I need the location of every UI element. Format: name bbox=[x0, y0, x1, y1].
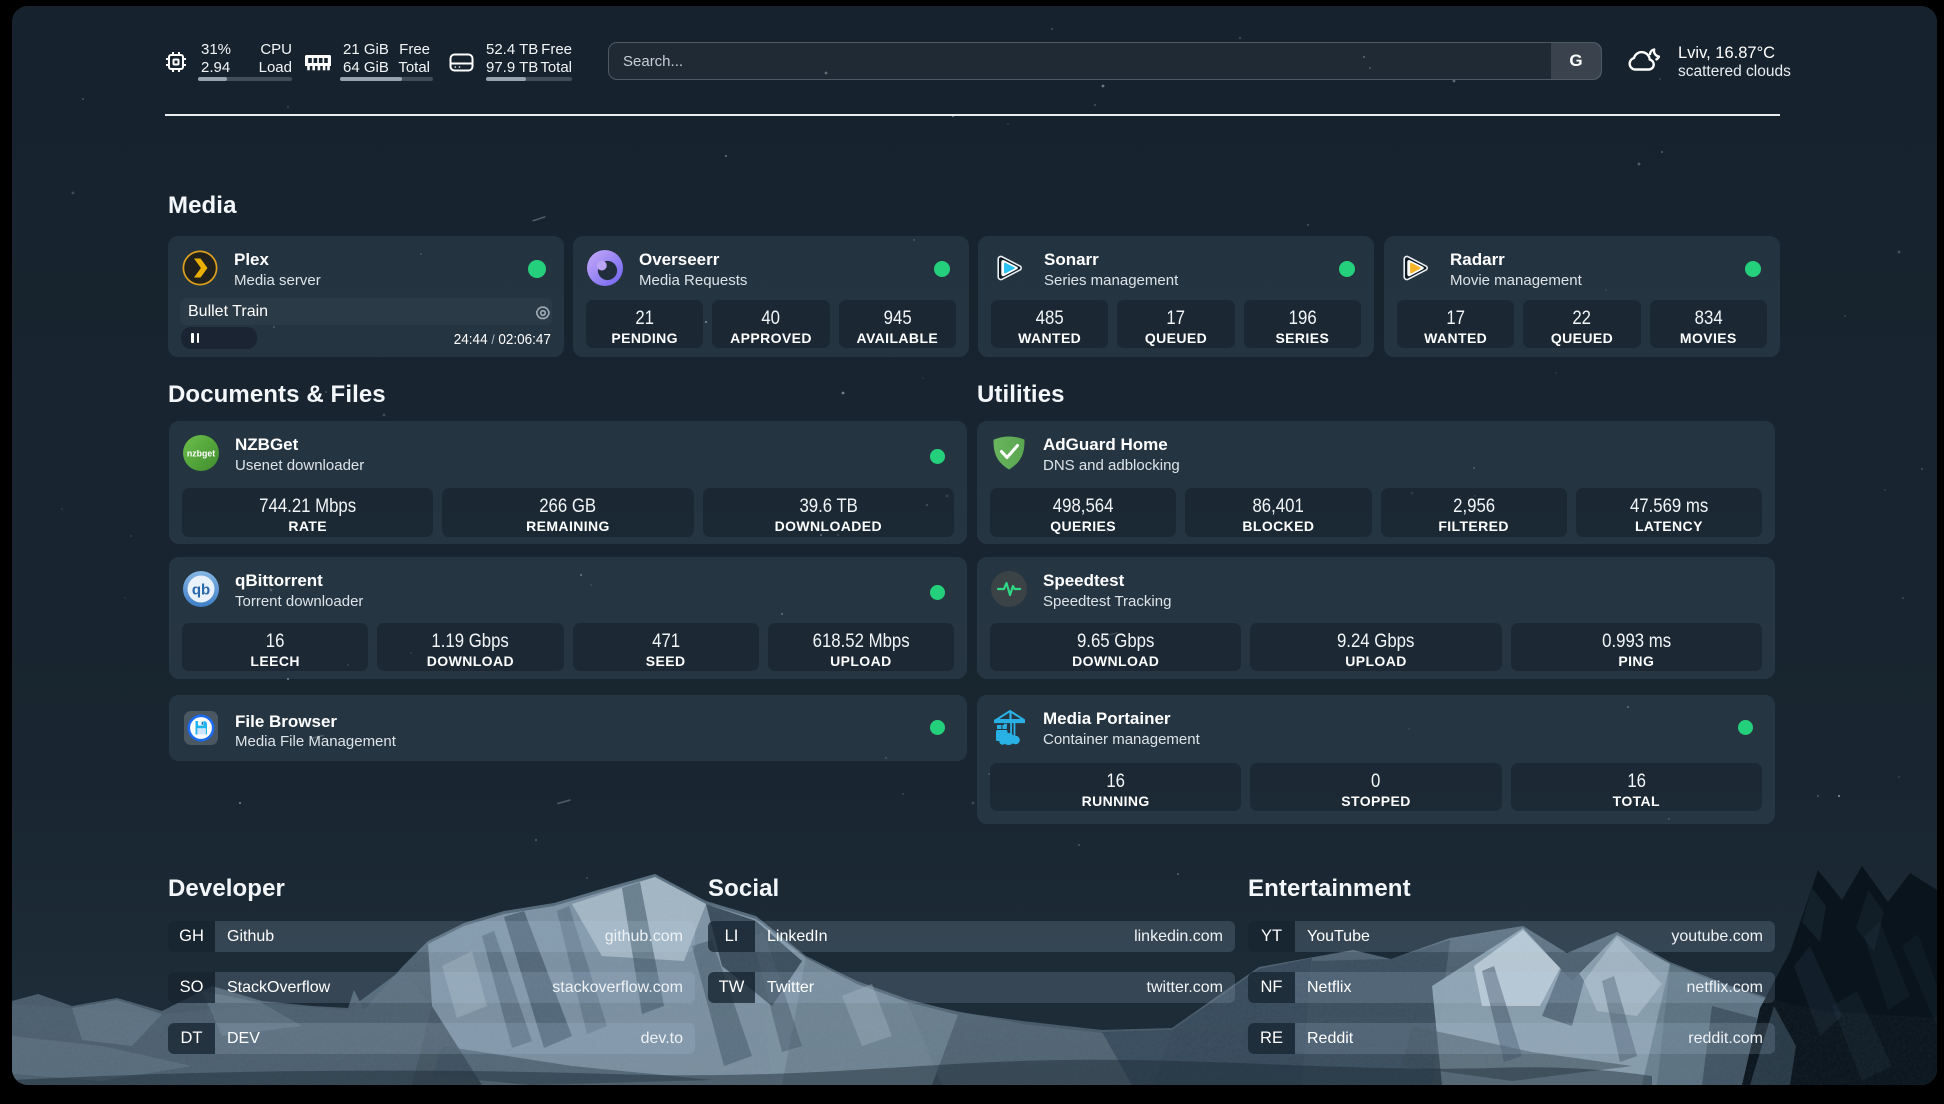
svg-text:qb: qb bbox=[192, 582, 210, 599]
svg-text:nzbget: nzbget bbox=[187, 449, 215, 459]
